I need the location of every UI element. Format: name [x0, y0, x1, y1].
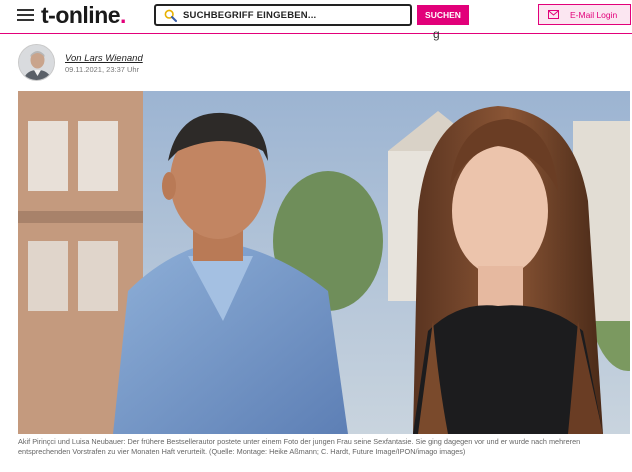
hamburger-menu-icon[interactable] — [17, 8, 34, 22]
search-button[interactable]: SUCHEN — [417, 5, 469, 25]
email-login-label: E-Mail Login — [570, 10, 618, 20]
mail-icon — [548, 10, 559, 19]
author-avatar[interactable] — [18, 44, 55, 81]
author-row: Von Lars Wienand 09.11.2021, 23:37 Uhr — [18, 44, 318, 82]
search-input[interactable] — [183, 8, 405, 23]
site-header: t-online. SUCHEN E-Mail Login — [0, 0, 632, 34]
article-photo — [18, 91, 630, 434]
partially-hidden-headline: g — [433, 27, 440, 41]
logo-dot: . — [120, 2, 126, 28]
search-icon — [164, 9, 177, 22]
author-name[interactable]: Von Lars Wienand — [65, 53, 143, 64]
email-login-button[interactable]: E-Mail Login — [538, 4, 631, 25]
logo-text: t-online — [41, 2, 121, 28]
photo-caption: Akif Pirinçci und Luisa Neubauer: Der fr… — [18, 437, 581, 456]
photo-montage — [18, 91, 630, 434]
publish-date: 09.11.2021, 23:37 Uhr — [65, 65, 140, 74]
avatar-portrait — [19, 45, 54, 80]
site-logo[interactable]: t-online. — [41, 2, 126, 29]
search-box — [154, 4, 412, 26]
